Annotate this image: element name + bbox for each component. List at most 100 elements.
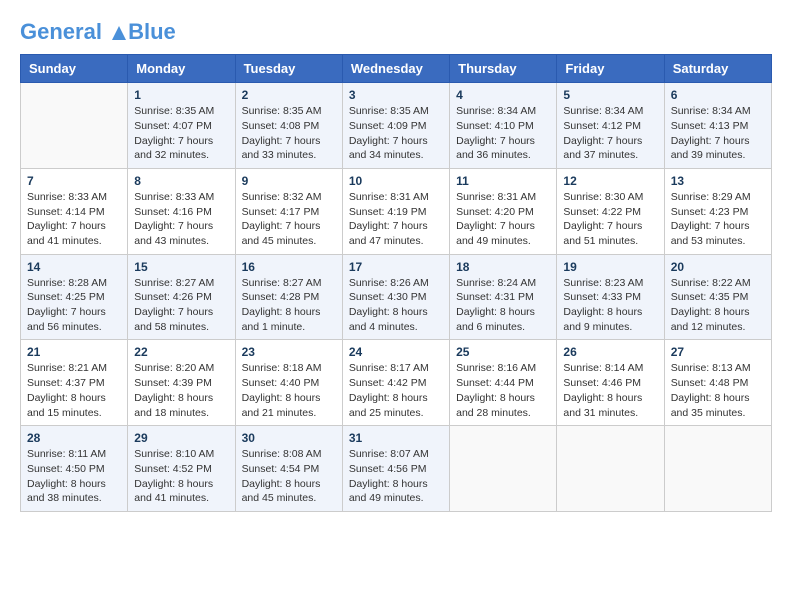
day-number: 6 xyxy=(671,88,765,102)
day-info: Sunrise: 8:11 AM Sunset: 4:50 PM Dayligh… xyxy=(27,447,121,506)
day-number: 15 xyxy=(134,260,228,274)
calendar-cell: 6 Sunrise: 8:34 AM Sunset: 4:13 PM Daylig… xyxy=(664,83,771,169)
calendar-cell: 28 Sunrise: 8:11 AM Sunset: 4:50 PM Dayli… xyxy=(21,426,128,512)
calendar-cell: 31 Sunrise: 8:07 AM Sunset: 4:56 PM Dayli… xyxy=(342,426,449,512)
calendar-cell: 17 Sunrise: 8:26 AM Sunset: 4:30 PM Dayli… xyxy=(342,254,449,340)
calendar-cell: 24 Sunrise: 8:17 AM Sunset: 4:42 PM Dayli… xyxy=(342,340,449,426)
day-number: 18 xyxy=(456,260,550,274)
day-number: 13 xyxy=(671,174,765,188)
calendar-cell: 5 Sunrise: 8:34 AM Sunset: 4:12 PM Daylig… xyxy=(557,83,664,169)
day-number: 25 xyxy=(456,345,550,359)
day-info: Sunrise: 8:20 AM Sunset: 4:39 PM Dayligh… xyxy=(134,361,228,420)
day-number: 12 xyxy=(563,174,657,188)
day-number: 16 xyxy=(242,260,336,274)
calendar-cell: 19Sunrise: 8:23 AM Sunset: 4:33 PM Dayli… xyxy=(557,254,664,340)
calendar-cell: 12 Sunrise: 8:30 AM Sunset: 4:22 PM Dayli… xyxy=(557,168,664,254)
day-info: Sunrise: 8:13 AM Sunset: 4:48 PM Dayligh… xyxy=(671,361,765,420)
dow-header-tuesday: Tuesday xyxy=(235,55,342,83)
day-number: 5 xyxy=(563,88,657,102)
dow-header-sunday: Sunday xyxy=(21,55,128,83)
calendar-cell: 29Sunrise: 8:10 AM Sunset: 4:52 PM Dayli… xyxy=(128,426,235,512)
day-info: Sunrise: 8:21 AM Sunset: 4:37 PM Dayligh… xyxy=(27,361,121,420)
day-number: 28 xyxy=(27,431,121,445)
day-info: Sunrise: 8:34 AM Sunset: 4:12 PM Dayligh… xyxy=(563,104,657,163)
day-info: Sunrise: 8:17 AM Sunset: 4:42 PM Dayligh… xyxy=(349,361,443,420)
day-number: 2 xyxy=(242,88,336,102)
week-row-2: 7 Sunrise: 8:33 AM Sunset: 4:14 PM Daylig… xyxy=(21,168,772,254)
dow-header-monday: Monday xyxy=(128,55,235,83)
calendar-cell: 4Sunrise: 8:34 AM Sunset: 4:10 PM Daylig… xyxy=(450,83,557,169)
calendar-cell: 8 Sunrise: 8:33 AM Sunset: 4:16 PM Daylig… xyxy=(128,168,235,254)
calendar-cell xyxy=(21,83,128,169)
calendar-cell: 1Sunrise: 8:35 AM Sunset: 4:07 PM Daylig… xyxy=(128,83,235,169)
calendar-cell xyxy=(450,426,557,512)
week-row-4: 21 Sunrise: 8:21 AM Sunset: 4:37 PM Dayli… xyxy=(21,340,772,426)
calendar-cell: 23 Sunrise: 8:18 AM Sunset: 4:40 PM Dayli… xyxy=(235,340,342,426)
day-info: Sunrise: 8:28 AM Sunset: 4:25 PM Dayligh… xyxy=(27,276,121,335)
calendar-cell: 18 Sunrise: 8:24 AM Sunset: 4:31 PM Dayli… xyxy=(450,254,557,340)
week-row-3: 14 Sunrise: 8:28 AM Sunset: 4:25 PM Dayli… xyxy=(21,254,772,340)
day-info: Sunrise: 8:35 AM Sunset: 4:08 PM Dayligh… xyxy=(242,104,336,163)
day-info: Sunrise: 8:33 AM Sunset: 4:16 PM Dayligh… xyxy=(134,190,228,249)
day-info: Sunrise: 8:34 AM Sunset: 4:10 PM Dayligh… xyxy=(456,104,550,163)
day-number: 7 xyxy=(27,174,121,188)
calendar-cell: 3 Sunrise: 8:35 AM Sunset: 4:09 PM Daylig… xyxy=(342,83,449,169)
day-number: 3 xyxy=(349,88,443,102)
week-row-1: 1Sunrise: 8:35 AM Sunset: 4:07 PM Daylig… xyxy=(21,83,772,169)
day-number: 11 xyxy=(456,174,550,188)
dow-header-saturday: Saturday xyxy=(664,55,771,83)
day-info: Sunrise: 8:14 AM Sunset: 4:46 PM Dayligh… xyxy=(563,361,657,420)
day-info: Sunrise: 8:31 AM Sunset: 4:20 PM Dayligh… xyxy=(456,190,550,249)
dow-header-thursday: Thursday xyxy=(450,55,557,83)
day-info: Sunrise: 8:18 AM Sunset: 4:40 PM Dayligh… xyxy=(242,361,336,420)
calendar-cell: 13 Sunrise: 8:29 AM Sunset: 4:23 PM Dayli… xyxy=(664,168,771,254)
day-info: Sunrise: 8:29 AM Sunset: 4:23 PM Dayligh… xyxy=(671,190,765,249)
calendar-cell: 26 Sunrise: 8:14 AM Sunset: 4:46 PM Dayli… xyxy=(557,340,664,426)
day-info: Sunrise: 8:16 AM Sunset: 4:44 PM Dayligh… xyxy=(456,361,550,420)
day-info: Sunrise: 8:35 AM Sunset: 4:09 PM Dayligh… xyxy=(349,104,443,163)
page-header: General Blue xyxy=(20,20,772,44)
days-of-week-row: SundayMondayTuesdayWednesdayThursdayFrid… xyxy=(21,55,772,83)
logo-text: General xyxy=(20,20,128,44)
day-info: Sunrise: 8:30 AM Sunset: 4:22 PM Dayligh… xyxy=(563,190,657,249)
day-number: 23 xyxy=(242,345,336,359)
calendar-cell: 10Sunrise: 8:31 AM Sunset: 4:19 PM Dayli… xyxy=(342,168,449,254)
day-number: 24 xyxy=(349,345,443,359)
day-number: 27 xyxy=(671,345,765,359)
calendar-cell xyxy=(557,426,664,512)
day-info: Sunrise: 8:34 AM Sunset: 4:13 PM Dayligh… xyxy=(671,104,765,163)
calendar-cell: 20Sunrise: 8:22 AM Sunset: 4:35 PM Dayli… xyxy=(664,254,771,340)
logo-general: General xyxy=(20,19,102,44)
day-number: 8 xyxy=(134,174,228,188)
calendar-cell xyxy=(664,426,771,512)
calendar-cell: 2 Sunrise: 8:35 AM Sunset: 4:08 PM Daylig… xyxy=(235,83,342,169)
calendar-cell: 7 Sunrise: 8:33 AM Sunset: 4:14 PM Daylig… xyxy=(21,168,128,254)
day-info: Sunrise: 8:07 AM Sunset: 4:56 PM Dayligh… xyxy=(349,447,443,506)
day-number: 9 xyxy=(242,174,336,188)
day-number: 26 xyxy=(563,345,657,359)
calendar-table: SundayMondayTuesdayWednesdayThursdayFrid… xyxy=(20,54,772,512)
day-number: 17 xyxy=(349,260,443,274)
day-info: Sunrise: 8:22 AM Sunset: 4:35 PM Dayligh… xyxy=(671,276,765,335)
calendar-cell: 21 Sunrise: 8:21 AM Sunset: 4:37 PM Dayli… xyxy=(21,340,128,426)
calendar-cell: 22Sunrise: 8:20 AM Sunset: 4:39 PM Dayli… xyxy=(128,340,235,426)
calendar-cell: 11 Sunrise: 8:31 AM Sunset: 4:20 PM Dayli… xyxy=(450,168,557,254)
day-info: Sunrise: 8:27 AM Sunset: 4:26 PM Dayligh… xyxy=(134,276,228,335)
calendar-cell: 27 Sunrise: 8:13 AM Sunset: 4:48 PM Dayli… xyxy=(664,340,771,426)
day-info: Sunrise: 8:27 AM Sunset: 4:28 PM Dayligh… xyxy=(242,276,336,335)
dow-header-friday: Friday xyxy=(557,55,664,83)
calendar-cell: 9Sunrise: 8:32 AM Sunset: 4:17 PM Daylig… xyxy=(235,168,342,254)
dow-header-wednesday: Wednesday xyxy=(342,55,449,83)
day-info: Sunrise: 8:31 AM Sunset: 4:19 PM Dayligh… xyxy=(349,190,443,249)
day-number: 21 xyxy=(27,345,121,359)
day-info: Sunrise: 8:26 AM Sunset: 4:30 PM Dayligh… xyxy=(349,276,443,335)
calendar-cell: 16 Sunrise: 8:27 AM Sunset: 4:28 PM Dayli… xyxy=(235,254,342,340)
day-number: 31 xyxy=(349,431,443,445)
day-info: Sunrise: 8:10 AM Sunset: 4:52 PM Dayligh… xyxy=(134,447,228,506)
day-info: Sunrise: 8:24 AM Sunset: 4:31 PM Dayligh… xyxy=(456,276,550,335)
day-number: 14 xyxy=(27,260,121,274)
calendar-cell: 30Sunrise: 8:08 AM Sunset: 4:54 PM Dayli… xyxy=(235,426,342,512)
logo-blue: Blue xyxy=(128,20,176,44)
calendar-body: 1Sunrise: 8:35 AM Sunset: 4:07 PM Daylig… xyxy=(21,83,772,512)
day-info: Sunrise: 8:33 AM Sunset: 4:14 PM Dayligh… xyxy=(27,190,121,249)
